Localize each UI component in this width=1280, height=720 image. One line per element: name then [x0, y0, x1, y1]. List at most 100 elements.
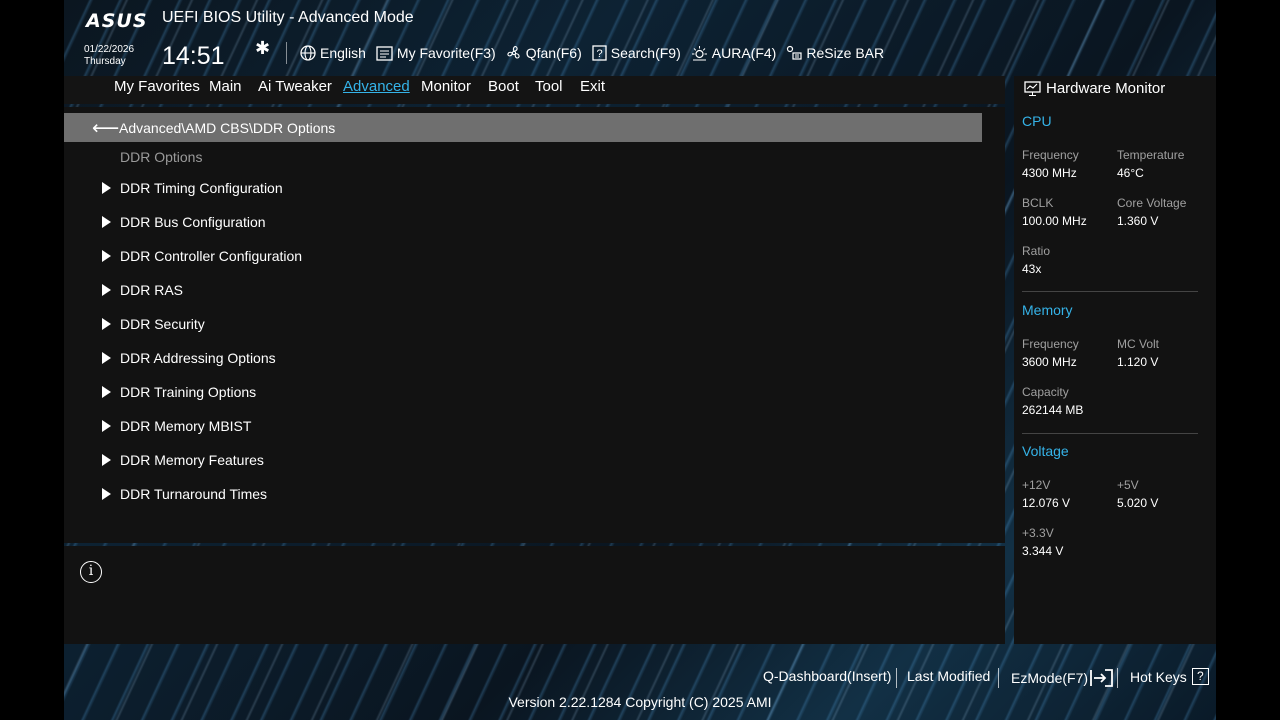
ratio-value: 43x [1022, 262, 1042, 276]
footer-bar: Q-Dashboard(Insert) Last Modified EzMode… [64, 660, 1216, 720]
menu-item-label: DDR Turnaround Times [120, 486, 268, 502]
voltage-heading: Voltage [1022, 443, 1069, 459]
menu-item-ddr-addressing-options[interactable]: DDR Addressing Options [102, 347, 276, 369]
section-divider [1022, 291, 1198, 292]
menu-item-label: DDR Timing Configuration [120, 180, 283, 196]
submenu-arrow-icon [102, 216, 111, 228]
tab-boot[interactable]: Boot [488, 78, 519, 95]
aura-button[interactable]: AURA(F4) [691, 45, 777, 61]
hardware-monitor-panel: Hardware Monitor CPU Frequency 4300 MHz … [1014, 76, 1216, 644]
gear-icon[interactable]: ✱ [255, 38, 270, 59]
date-display: 01/22/2026 Thursday [84, 44, 134, 68]
menu-item-ddr-memory-features[interactable]: DDR Memory Features [102, 449, 264, 471]
tab-main[interactable]: Main [209, 78, 242, 95]
ezmode-label: EzMode(F7) [1011, 670, 1089, 686]
resize-bar-button[interactable]: ReSize BAR [786, 45, 884, 61]
my-favorite-button[interactable]: My Favorite(F3) [376, 45, 496, 61]
submenu-arrow-icon [102, 420, 111, 432]
hot-keys-label: Hot Keys [1130, 668, 1187, 685]
submenu-arrow-icon [102, 284, 111, 296]
bclk-value: 100.00 MHz [1022, 214, 1087, 228]
section-divider [1022, 433, 1198, 434]
bclk-label: BCLK [1022, 196, 1054, 210]
language-label: English [320, 45, 366, 61]
q-dashboard-button[interactable]: Q-Dashboard(Insert) [763, 668, 891, 684]
menu-item-ddr-bus-configuration[interactable]: DDR Bus Configuration [102, 211, 266, 233]
capacity-value: 262144 MB [1022, 403, 1084, 417]
tab-tool[interactable]: Tool [535, 78, 563, 95]
tab-exit[interactable]: Exit [580, 78, 605, 95]
search-button[interactable]: ? Search(F9) [592, 45, 681, 61]
v12-label: +12V [1022, 478, 1051, 492]
menu-item-label: DDR RAS [120, 282, 184, 298]
menu-item-ddr-memory-mbist[interactable]: DDR Memory MBIST [102, 415, 251, 437]
resize-bar-label: ReSize BAR [806, 45, 885, 61]
tab-advanced[interactable]: Advanced [343, 78, 410, 95]
help-panel: i [64, 546, 1005, 644]
version-text: Version 2.22.1284 Copyright (C) 2025 AMI [508, 694, 772, 710]
submenu-arrow-icon [102, 182, 111, 194]
tab-ai-tweaker[interactable]: Ai Tweaker [258, 78, 332, 95]
memory-frequency-value: 3600 MHz [1022, 355, 1077, 369]
menu-item-ddr-ras[interactable]: DDR RAS [102, 279, 183, 301]
menu-item-ddr-security[interactable]: DDR Security [102, 313, 205, 335]
cpu-temperature-label: Temperature [1117, 148, 1185, 162]
breadcrumb[interactable]: ⟵ Advanced\AMD CBS\DDR Options [64, 113, 982, 142]
search-label: Search(F9) [610, 45, 681, 61]
v5-value: 5.020 V [1117, 496, 1159, 510]
v12-value: 12.076 V [1022, 496, 1071, 510]
svg-text:?: ? [596, 48, 602, 60]
tab-monitor[interactable]: Monitor [421, 78, 471, 95]
last-modified-button[interactable]: Last Modified [907, 668, 990, 684]
submenu-arrow-icon [102, 386, 111, 398]
qfan-button[interactable]: Qfan(F6) [506, 45, 582, 61]
tab-my-favorites[interactable]: My Favorites [114, 78, 200, 95]
ezmode-button[interactable]: EzMode(F7) [1011, 668, 1114, 688]
menu-item-ddr-turnaround-times[interactable]: DDR Turnaround Times [102, 483, 267, 505]
v33-value: 3.344 V [1022, 544, 1064, 558]
menu-item-label: DDR Memory MBIST [120, 418, 252, 434]
aura-label: AURA(F4) [711, 45, 777, 61]
submenu-arrow-icon [102, 318, 111, 330]
footer-divider [998, 668, 999, 688]
cpu-frequency-value: 4300 MHz [1022, 166, 1077, 180]
toolbar: English My Favorite(F3) Qfan(F6) ? Searc… [300, 42, 894, 64]
footer-divider [1117, 668, 1118, 688]
hardware-monitor-title[interactable]: Hardware Monitor [1024, 80, 1165, 97]
menu-item-label: DDR Controller Configuration [120, 248, 303, 264]
section-label: DDR Options [120, 149, 203, 165]
back-arrow-icon[interactable]: ⟵ [92, 117, 119, 140]
v5-label: +5V [1117, 478, 1139, 492]
hot-keys-button[interactable]: Hot Keys ? [1130, 668, 1209, 685]
resize-bar-icon [787, 45, 802, 60]
monitor-icon [1024, 80, 1041, 96]
cpu-heading: CPU [1022, 113, 1052, 129]
cpu-temperature-value: 46°C [1117, 166, 1144, 180]
ratio-label: Ratio [1022, 244, 1051, 258]
asus-logo: ASUS [86, 10, 148, 32]
menu-item-label: DDR Bus Configuration [120, 214, 266, 230]
submenu-arrow-icon [102, 454, 111, 466]
menu-item-ddr-timing-configuration[interactable]: DDR Timing Configuration [102, 177, 283, 199]
bios-window: ASUS UEFI BIOS Utility - Advanced Mode 0… [64, 0, 1216, 720]
aura-icon [691, 46, 707, 61]
submenu-arrow-icon [102, 352, 111, 364]
my-favorite-label: My Favorite(F3) [396, 45, 496, 61]
v33-label: +3.3V [1022, 526, 1054, 540]
day-text: Thursday [84, 56, 126, 67]
capacity-label: Capacity [1022, 385, 1069, 399]
info-icon: i [80, 561, 102, 583]
submenu-arrow-icon [102, 488, 111, 500]
menu-item-ddr-training-options[interactable]: DDR Training Options [102, 381, 256, 403]
globe-icon [300, 45, 316, 61]
search-icon: ? [592, 45, 607, 61]
qfan-label: Qfan(F6) [525, 45, 582, 61]
mc-volt-value: 1.120 V [1117, 355, 1159, 369]
memory-heading: Memory [1022, 302, 1073, 318]
clock[interactable]: 14:51 [162, 42, 225, 71]
breadcrumb-path: Advanced\AMD CBS\DDR Options [119, 120, 336, 136]
mc-volt-label: MC Volt [1117, 337, 1160, 351]
menu-item-label: DDR Training Options [120, 384, 257, 400]
menu-item-ddr-controller-configuration[interactable]: DDR Controller Configuration [102, 245, 302, 267]
language-button[interactable]: English [300, 45, 366, 61]
